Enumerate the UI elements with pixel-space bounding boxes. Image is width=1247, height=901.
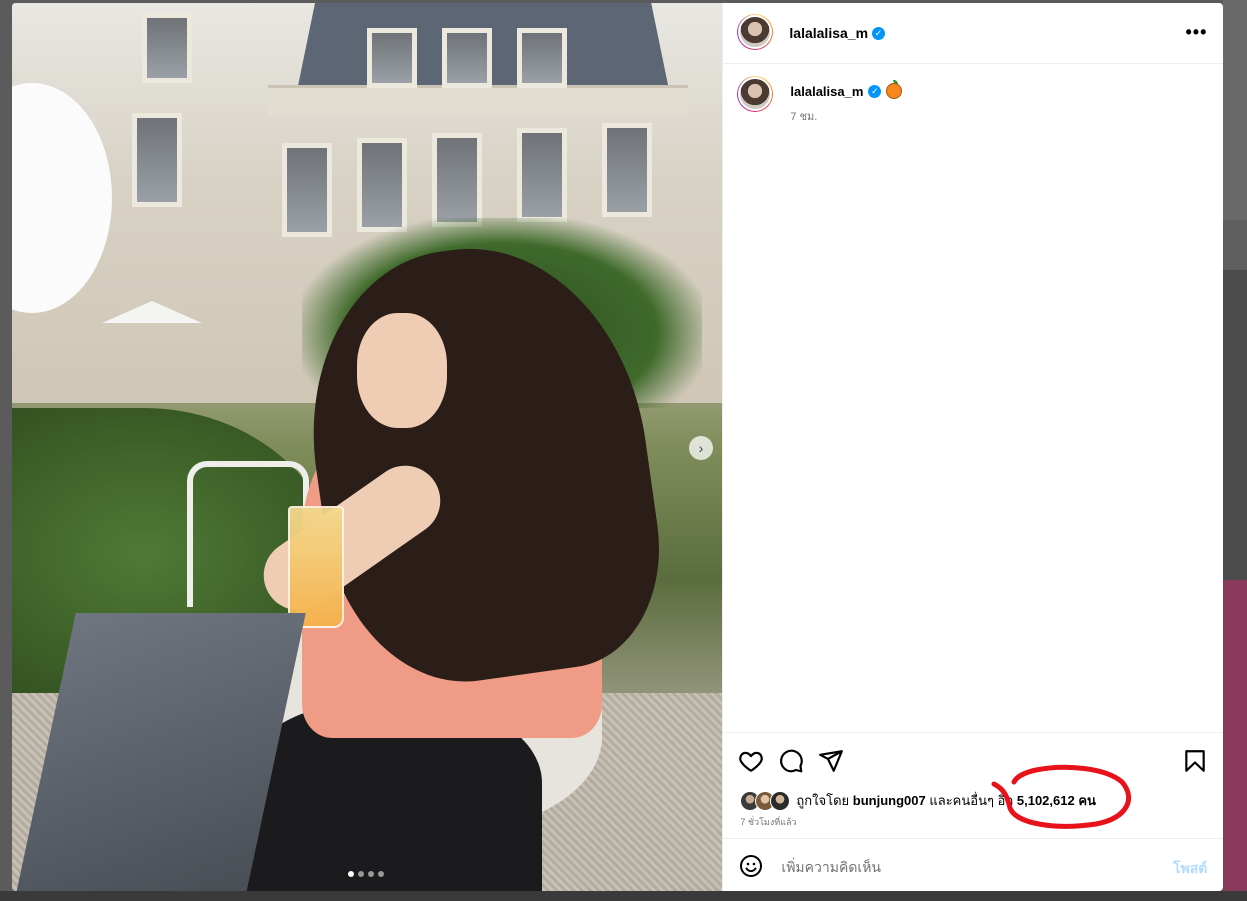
photo-window (432, 133, 482, 227)
heart-icon (739, 751, 764, 772)
photo-window (442, 28, 492, 88)
likes-middle: และคนอื่นๆ อีก (929, 793, 1014, 808)
photo-balustrade (268, 85, 688, 116)
likes-count[interactable]: 5,102,612 (1017, 793, 1075, 808)
carousel-dot (358, 871, 364, 877)
verified-badge-icon: ✓ (868, 84, 882, 98)
smiley-face-icon (740, 855, 763, 877)
avatar-image (738, 77, 773, 111)
photo-person-face (357, 313, 447, 428)
post-details-panel: lalalalisa_m ✓ ••• lalalalisa_m ✓ 7 ชม. (722, 3, 1223, 891)
comment-button[interactable] (778, 748, 804, 774)
photo-window (517, 28, 567, 88)
paper-plane-icon (819, 750, 844, 772)
emoji-picker-button[interactable] (739, 854, 763, 878)
carousel-dot (368, 871, 374, 877)
photo-window (517, 128, 567, 222)
author-name-row: lalalalisa_m ✓ (789, 25, 886, 41)
share-button[interactable] (818, 748, 844, 774)
background-thumbnails (0, 891, 1247, 901)
liker-avatar (770, 790, 791, 811)
comment-input[interactable] (779, 855, 1144, 879)
actions-divider (723, 732, 1223, 733)
avatar-image (738, 15, 773, 49)
save-button[interactable] (1182, 748, 1208, 774)
caption-row: lalalalisa_m ✓ (790, 80, 903, 99)
liker-avatars (740, 790, 791, 811)
caption-username[interactable]: lalalalisa_m (790, 84, 863, 99)
post-modal: › lalalalisa_m ✓ ••• lalalalisa_m ✓ 7 ชม… (12, 3, 1223, 891)
author-avatar[interactable] (737, 14, 774, 50)
photo-glass (288, 506, 344, 628)
chevron-right-icon: › (698, 440, 704, 456)
likes-prefix: ถูกใจโดย (796, 793, 850, 808)
verified-badge-icon: ✓ (872, 26, 886, 40)
post-timestamp[interactable]: 7 ชั่วโมงที่แล้ว (740, 815, 796, 829)
caption-timestamp[interactable]: 7 ชม. (790, 107, 817, 125)
liker-username[interactable]: bunjung007 (853, 793, 926, 808)
bookmark-icon (1185, 750, 1206, 772)
post-comment-button[interactable]: โพสต์ (1173, 858, 1207, 880)
photo-window (367, 28, 417, 88)
comment-bubble-icon (780, 749, 804, 773)
like-button[interactable] (738, 748, 764, 774)
post-header: lalalalisa_m ✓ ••• (723, 3, 1223, 64)
likes-suffix: คน (1078, 793, 1096, 808)
caption-author-avatar[interactable] (737, 76, 774, 112)
tangerine-emoji-icon (886, 80, 903, 99)
post-photo[interactable]: › (12, 3, 723, 891)
likes-summary[interactable]: ถูกใจโดย bunjung007 และคนอื่นๆ อีก 5,102… (740, 790, 1096, 811)
likes-text: ถูกใจโดย bunjung007 และคนอื่นๆ อีก 5,102… (796, 790, 1096, 811)
author-username[interactable]: lalalalisa_m (789, 25, 868, 41)
background-page (1223, 0, 1247, 901)
photo-window (132, 113, 182, 207)
photo-window (602, 123, 652, 217)
next-photo-button[interactable]: › (689, 436, 713, 460)
carousel-dot (378, 871, 384, 877)
photo-window (142, 13, 192, 83)
carousel-indicator (348, 871, 384, 877)
carousel-dot (348, 871, 354, 877)
more-options-icon[interactable]: ••• (1186, 23, 1208, 41)
comment-bar: โพสต์ (723, 838, 1223, 891)
